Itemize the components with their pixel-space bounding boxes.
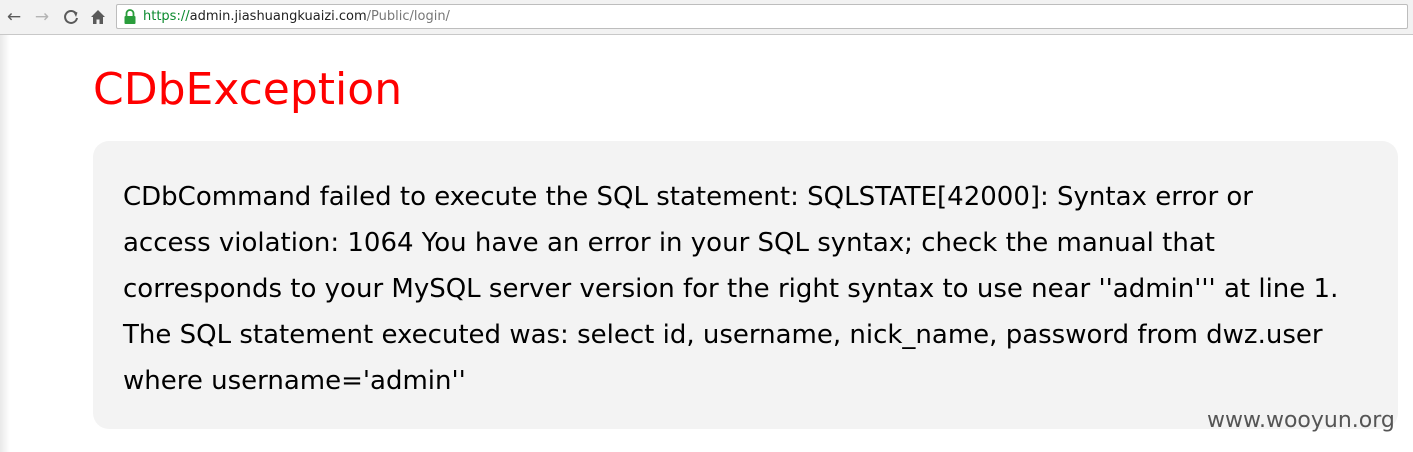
exception-title: CDbException xyxy=(93,64,403,115)
url-path: /Public/login/ xyxy=(366,9,450,24)
reload-icon[interactable] xyxy=(60,6,82,28)
url-host: admin.jiashuangkuaizi.com xyxy=(189,9,367,24)
url-text[interactable]: https://admin.jiashuangkuaizi.com/Public… xyxy=(143,8,450,25)
error-message-box: CDbCommand failed to execute the SQL sta… xyxy=(93,141,1398,429)
forward-arrow-icon[interactable]: → xyxy=(31,6,53,28)
address-bar[interactable]: https://admin.jiashuangkuaizi.com/Public… xyxy=(116,4,1408,29)
browser-toolbar: ← → https://admin.jiashuangkuaizi.com/Pu… xyxy=(0,0,1413,35)
lock-icon xyxy=(123,9,137,25)
home-icon[interactable] xyxy=(87,6,109,28)
back-arrow-icon[interactable]: ← xyxy=(3,6,25,28)
url-scheme: https:// xyxy=(143,9,190,24)
error-message-text: CDbCommand failed to execute the SQL sta… xyxy=(123,182,1339,396)
watermark: www.wooyun.org xyxy=(1207,408,1395,433)
page-edge-shadow xyxy=(0,35,10,452)
